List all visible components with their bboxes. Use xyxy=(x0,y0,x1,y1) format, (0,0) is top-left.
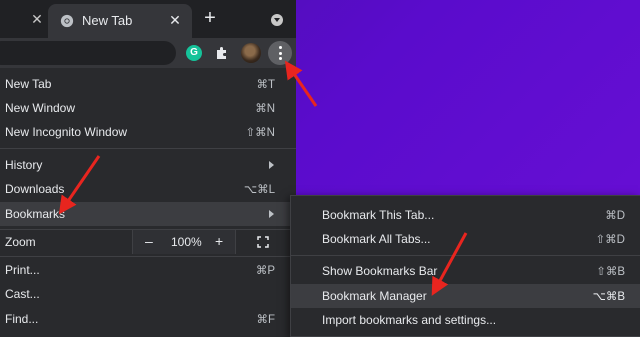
menu-item-new-window[interactable]: New Window ⌘N xyxy=(0,96,296,120)
submenu-divider xyxy=(291,255,640,256)
submenu-arrow-icon xyxy=(269,161,274,169)
menu-item-find[interactable]: Find... ⌘F xyxy=(0,307,296,331)
tab-new-tab[interactable]: New Tab ✕ xyxy=(48,4,192,38)
menu-item-label: History xyxy=(5,158,43,172)
chrome-menu-button[interactable] xyxy=(268,41,292,65)
zoom-control: – 100% + xyxy=(132,230,236,254)
menu-item-label: Find... xyxy=(5,312,39,326)
menu-item-print[interactable]: Print... ⌘P xyxy=(0,258,296,282)
zoom-level: 100% xyxy=(171,235,202,249)
submenu-item-label: Show Bookmarks Bar xyxy=(322,264,438,278)
tab-strip: ✕ New Tab ✕ + xyxy=(0,0,296,38)
submenu-item-shortcut: ⇧⌘D xyxy=(595,234,625,246)
zoom-in-button[interactable]: + xyxy=(215,233,223,249)
menu-item-label: Zoom xyxy=(5,235,36,249)
close-tab-icon[interactable]: ✕ xyxy=(168,13,182,27)
fullscreen-icon[interactable] xyxy=(257,236,269,248)
close-icon[interactable]: ✕ xyxy=(30,12,44,26)
menu-item-label: New Incognito Window xyxy=(5,125,128,139)
menu-item-label: Cast... xyxy=(5,287,40,301)
extensions-puzzle-icon[interactable] xyxy=(214,45,230,61)
submenu-item-bookmark-all-tabs[interactable]: Bookmark All Tabs... ⇧⌘D xyxy=(291,227,640,251)
menu-item-zoom: Zoom – 100% + xyxy=(0,230,296,254)
submenu-item-bookmark-this-tab[interactable]: Bookmark This Tab... ⌘D xyxy=(291,203,640,227)
tab-title: New Tab xyxy=(82,13,133,28)
zoom-out-button[interactable]: – xyxy=(145,233,153,249)
submenu-item-shortcut: ⌥⌘B xyxy=(592,291,625,303)
menu-item-cast[interactable]: Cast... xyxy=(0,282,296,306)
submenu-item-label: Bookmark Manager xyxy=(322,289,427,303)
menu-item-label: New Window xyxy=(5,101,76,115)
submenu-arrow-icon xyxy=(269,210,274,218)
menu-item-new-tab[interactable]: New Tab ⌘T xyxy=(0,72,296,96)
submenu-item-shortcut: ⌘D xyxy=(605,210,625,222)
menu-item-new-incognito-window[interactable]: New Incognito Window ⇧⌘N xyxy=(0,120,296,144)
menu-item-label: Print... xyxy=(5,263,40,277)
menu-item-shortcut: ⌘T xyxy=(256,79,275,91)
submenu-item-import-bookmarks[interactable]: Import bookmarks and settings... xyxy=(291,308,640,332)
submenu-item-shortcut: ⇧⌘B xyxy=(596,266,625,278)
tab-search-icon[interactable] xyxy=(271,14,283,26)
grammarly-extension-icon[interactable]: G xyxy=(186,45,202,61)
chrome-window: ✕ New Tab ✕ + G New Tab ⌘T New Window ⌘N… xyxy=(0,0,296,337)
menu-item-shortcut: ⇧⌘N xyxy=(245,127,275,139)
menu-item-bookmarks[interactable]: Bookmarks xyxy=(0,202,296,226)
menu-item-shortcut: ⌘P xyxy=(255,265,275,277)
profile-avatar[interactable] xyxy=(241,43,261,63)
menu-item-shortcut: ⌥⌘L xyxy=(243,184,275,196)
menu-item-shortcut: ⌘F xyxy=(256,314,275,326)
bookmarks-submenu: Bookmark This Tab... ⌘D Bookmark All Tab… xyxy=(290,195,640,337)
menu-item-label: Downloads xyxy=(5,182,65,196)
submenu-item-label: Bookmark All Tabs... xyxy=(322,232,431,246)
toolbar: G xyxy=(0,38,296,68)
submenu-item-label: Bookmark This Tab... xyxy=(322,208,435,222)
chrome-icon xyxy=(60,14,74,28)
address-bar[interactable] xyxy=(0,41,176,65)
menu-item-label: New Tab xyxy=(5,77,52,91)
submenu-item-show-bookmarks-bar[interactable]: Show Bookmarks Bar ⇧⌘B xyxy=(291,259,640,283)
menu-item-downloads[interactable]: Downloads ⌥⌘L xyxy=(0,177,296,201)
menu-item-history[interactable]: History xyxy=(0,153,296,177)
menu-divider xyxy=(0,256,296,257)
submenu-item-bookmark-manager[interactable]: Bookmark Manager ⌥⌘B xyxy=(291,284,640,308)
menu-divider xyxy=(0,148,296,149)
menu-item-shortcut: ⌘N xyxy=(255,103,275,115)
menu-item-label: Bookmarks xyxy=(5,207,66,221)
new-tab-button[interactable]: + xyxy=(200,8,220,29)
submenu-item-label: Import bookmarks and settings... xyxy=(322,313,497,327)
chrome-main-menu: New Tab ⌘T New Window ⌘N New Incognito W… xyxy=(0,68,296,337)
